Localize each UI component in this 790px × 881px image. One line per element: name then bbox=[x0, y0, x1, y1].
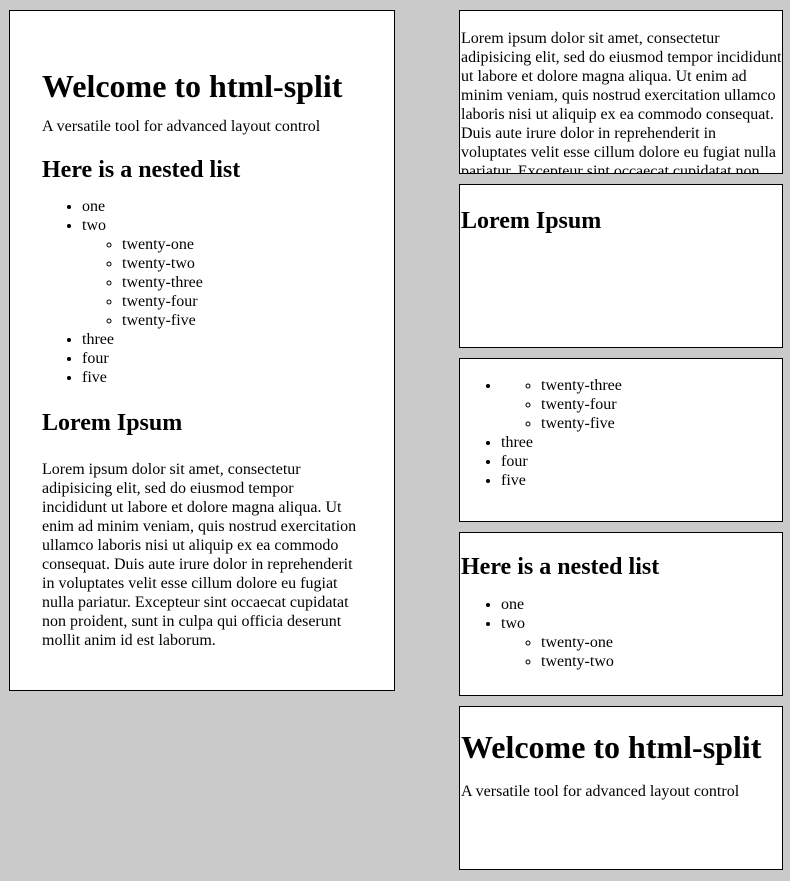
sub-list: twenty-one twenty-two bbox=[501, 633, 782, 671]
sub-list-item: twenty-four bbox=[541, 395, 782, 414]
nested-list-continued: twenty-three twenty-four twenty-five thr… bbox=[461, 376, 782, 490]
sub-list-item: twenty-two bbox=[122, 254, 362, 273]
list-item: two twenty-one twenty-two bbox=[501, 614, 782, 671]
sub-list-item: twenty-five bbox=[122, 311, 362, 330]
nested-list: one two twenty-one twenty-two bbox=[461, 595, 782, 671]
page-title: Welcome to html-split bbox=[42, 68, 343, 104]
list-item: four bbox=[82, 349, 362, 368]
list-item: two twenty-one twenty-two twenty-three t… bbox=[82, 216, 362, 330]
sub-list: twenty-one twenty-two twenty-three twent… bbox=[82, 235, 362, 330]
list-item: one bbox=[82, 197, 362, 216]
page-tagline: A versatile tool for advanced layout con… bbox=[461, 782, 740, 800]
lorem-paragraph: Lorem ipsum dolor sit amet, consectetur … bbox=[42, 460, 357, 649]
sub-list-item: twenty-three bbox=[122, 273, 362, 292]
split-fragment-4: Here is a nested list one two twenty-one… bbox=[459, 532, 783, 696]
lorem-heading: Lorem Ipsum bbox=[42, 409, 183, 436]
list-item: five bbox=[501, 471, 782, 490]
list-item: five bbox=[82, 368, 362, 387]
lorem-heading: Lorem Ipsum bbox=[461, 208, 602, 234]
lorem-paragraph: Lorem ipsum dolor sit amet, consectetur … bbox=[461, 30, 782, 174]
split-fragment-5: Welcome to html-split A versatile tool f… bbox=[459, 706, 783, 870]
list-heading: Here is a nested list bbox=[461, 554, 660, 580]
page-tagline: A versatile tool for advanced layout con… bbox=[42, 117, 321, 135]
nested-list: one two twenty-one twenty-two twenty-thr… bbox=[42, 197, 362, 387]
sub-list: twenty-three twenty-four twenty-five bbox=[501, 376, 782, 433]
list-heading: Here is a nested list bbox=[42, 156, 241, 183]
split-fragment-1: Lorem ipsum dolor sit amet, consectetur … bbox=[459, 10, 783, 174]
sub-list-item: twenty-three bbox=[541, 376, 782, 395]
list-item-label: two bbox=[501, 614, 525, 632]
list-item: twenty-three twenty-four twenty-five bbox=[501, 376, 782, 433]
sub-list-item: twenty-five bbox=[541, 414, 782, 433]
sub-list-item: twenty-four bbox=[122, 292, 362, 311]
list-item: one bbox=[501, 595, 782, 614]
list-item-label: two bbox=[82, 216, 106, 234]
split-fragment-3: twenty-three twenty-four twenty-five thr… bbox=[459, 358, 783, 522]
source-page: Welcome to html-split A versatile tool f… bbox=[9, 10, 395, 691]
sub-list-item: twenty-one bbox=[541, 633, 782, 652]
list-item: three bbox=[501, 433, 782, 452]
list-item: four bbox=[501, 452, 782, 471]
list-item: three bbox=[82, 330, 362, 349]
sub-list-item: twenty-one bbox=[122, 235, 362, 254]
split-fragment-2: Lorem Ipsum bbox=[459, 184, 783, 348]
page-title: Welcome to html-split bbox=[461, 729, 762, 765]
sub-list-item: twenty-two bbox=[541, 652, 782, 671]
